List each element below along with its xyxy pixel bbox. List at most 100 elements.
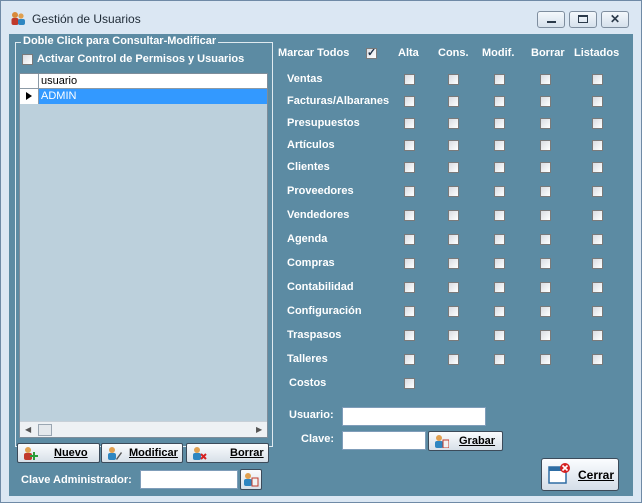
clave-input[interactable] xyxy=(342,431,426,450)
permission-checkbox[interactable] xyxy=(494,258,505,269)
permission-checkbox[interactable] xyxy=(494,306,505,317)
permission-checkbox[interactable] xyxy=(448,74,459,85)
permission-checkbox[interactable] xyxy=(494,96,505,107)
module-label: Artículos xyxy=(287,139,335,151)
add-user-icon xyxy=(24,447,38,460)
permission-checkbox[interactable] xyxy=(404,96,415,107)
modificar-button[interactable]: Modificar xyxy=(101,443,183,463)
module-label: Contabilidad xyxy=(287,281,354,293)
permission-checkbox[interactable] xyxy=(494,282,505,293)
usuario-input[interactable] xyxy=(342,407,486,426)
permission-checkbox[interactable] xyxy=(592,186,603,197)
cerrar-button[interactable]: Cerrar xyxy=(541,458,619,491)
table-row[interactable]: ADMIN xyxy=(20,89,267,104)
permission-checkbox[interactable] xyxy=(494,140,505,151)
permission-checkbox[interactable] xyxy=(448,234,459,245)
permission-checkbox[interactable] xyxy=(448,306,459,317)
grid-column-usuario[interactable]: usuario xyxy=(41,75,77,87)
permission-checkbox[interactable] xyxy=(448,140,459,151)
permission-checkbox[interactable] xyxy=(448,258,459,269)
permission-checkbox[interactable] xyxy=(494,118,505,129)
permission-checkbox[interactable] xyxy=(404,74,415,85)
usuario-label: Usuario: xyxy=(289,409,334,421)
permission-checkbox[interactable] xyxy=(540,140,551,151)
permission-checkbox[interactable] xyxy=(540,96,551,107)
permission-checkbox[interactable] xyxy=(540,354,551,365)
mark-all-label: Marcar Todos xyxy=(278,47,350,59)
grid-horizontal-scrollbar[interactable]: ◀ ▶ xyxy=(20,421,267,437)
admin-key-button[interactable] xyxy=(240,469,262,490)
permission-checkbox[interactable] xyxy=(494,354,505,365)
permission-checkbox[interactable] xyxy=(404,186,415,197)
permission-checkbox[interactable] xyxy=(592,162,603,173)
close-button[interactable]: ✕ xyxy=(601,11,629,28)
permission-checkbox[interactable] xyxy=(592,258,603,269)
permission-checkbox[interactable] xyxy=(404,258,415,269)
permission-checkbox[interactable] xyxy=(404,354,415,365)
permission-checkbox[interactable] xyxy=(540,330,551,341)
permission-checkbox[interactable] xyxy=(592,96,603,107)
permission-checkbox[interactable] xyxy=(540,186,551,197)
permission-checkbox[interactable] xyxy=(494,330,505,341)
scroll-right-icon[interactable]: ▶ xyxy=(256,425,262,434)
permission-checkbox[interactable] xyxy=(448,354,459,365)
permission-checkbox[interactable] xyxy=(540,306,551,317)
permission-checkbox[interactable] xyxy=(592,306,603,317)
activate-permissions-checkbox[interactable] xyxy=(22,54,33,65)
checkbox-costos[interactable] xyxy=(404,378,415,389)
permission-checkbox[interactable] xyxy=(494,162,505,173)
permission-checkbox[interactable] xyxy=(448,186,459,197)
permission-checkbox[interactable] xyxy=(404,140,415,151)
permission-checkbox[interactable] xyxy=(448,210,459,221)
cerrar-label: Cerrar xyxy=(578,468,615,482)
close-window-icon xyxy=(548,463,570,484)
close-icon: ✕ xyxy=(610,12,621,26)
permission-checkbox[interactable] xyxy=(540,234,551,245)
permission-column-header: Listados xyxy=(574,47,620,59)
permission-checkbox[interactable] xyxy=(404,118,415,129)
nuevo-button[interactable]: Nuevo xyxy=(17,443,100,463)
row-indicator-icon xyxy=(20,89,39,104)
scroll-left-icon[interactable]: ◀ xyxy=(25,425,31,434)
permission-checkbox[interactable] xyxy=(494,210,505,221)
permission-checkbox[interactable] xyxy=(448,96,459,107)
minimize-button[interactable] xyxy=(537,11,565,28)
permission-checkbox[interactable] xyxy=(592,210,603,221)
permission-checkbox[interactable] xyxy=(448,282,459,293)
permission-checkbox[interactable] xyxy=(540,258,551,269)
permission-checkbox[interactable] xyxy=(540,162,551,173)
grabar-button[interactable]: Grabar xyxy=(428,431,503,451)
permission-checkbox[interactable] xyxy=(404,162,415,173)
admin-key-input[interactable] xyxy=(140,470,238,489)
title-bar: Gestión de Usuarios ✕ xyxy=(1,1,641,35)
permission-checkbox[interactable] xyxy=(448,118,459,129)
permission-checkbox[interactable] xyxy=(540,210,551,221)
permission-checkbox[interactable] xyxy=(404,306,415,317)
permission-checkbox[interactable] xyxy=(592,282,603,293)
users-grid[interactable]: usuario ADMIN ◀ ▶ xyxy=(19,73,268,438)
permission-checkbox[interactable] xyxy=(540,74,551,85)
permission-checkbox[interactable] xyxy=(448,162,459,173)
mark-all-checkbox[interactable] xyxy=(366,46,377,59)
permission-column-header: Cons. xyxy=(438,47,469,59)
borrar-button[interactable]: Borrar xyxy=(186,443,269,463)
permission-checkbox[interactable] xyxy=(592,118,603,129)
permission-checkbox[interactable] xyxy=(540,118,551,129)
permission-checkbox[interactable] xyxy=(494,74,505,85)
permission-checkbox[interactable] xyxy=(404,210,415,221)
permission-checkbox[interactable] xyxy=(592,234,603,245)
permission-checkbox[interactable] xyxy=(404,282,415,293)
permission-checkbox[interactable] xyxy=(448,330,459,341)
scroll-thumb[interactable] xyxy=(38,424,52,436)
permission-checkbox[interactable] xyxy=(494,186,505,197)
permission-checkbox[interactable] xyxy=(494,234,505,245)
permission-checkbox[interactable] xyxy=(592,330,603,341)
permission-checkbox[interactable] xyxy=(592,354,603,365)
permission-checkbox[interactable] xyxy=(540,282,551,293)
permission-checkbox[interactable] xyxy=(404,234,415,245)
permission-checkbox[interactable] xyxy=(404,330,415,341)
permission-checkbox[interactable] xyxy=(592,140,603,151)
maximize-button[interactable] xyxy=(569,11,597,28)
permission-checkbox[interactable] xyxy=(592,74,603,85)
grid-cell-usuario[interactable]: ADMIN xyxy=(39,89,267,104)
